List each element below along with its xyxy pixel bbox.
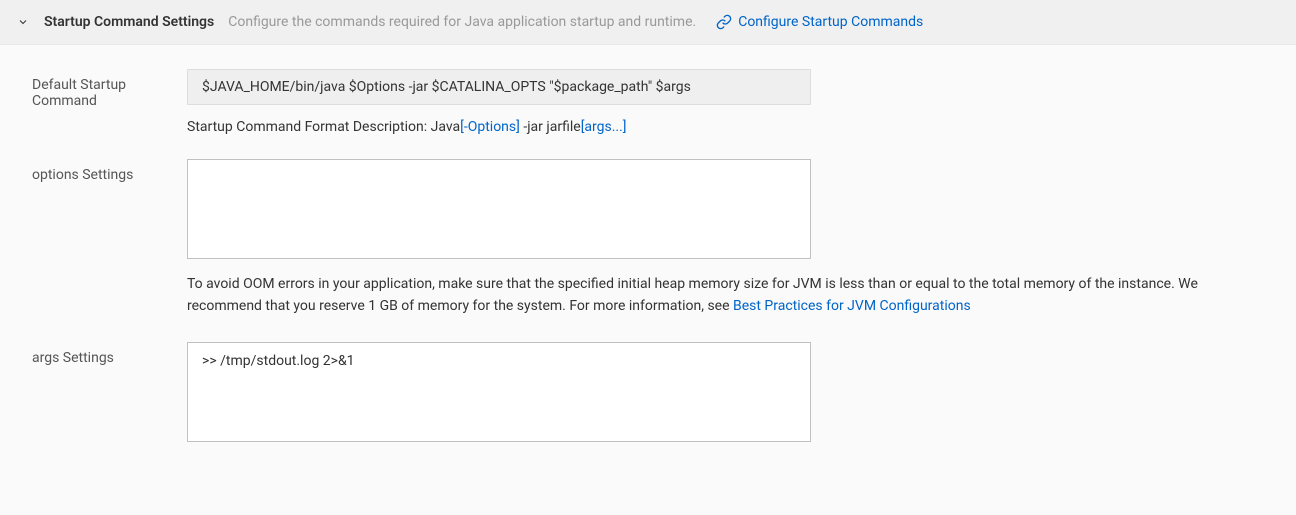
args-settings-input[interactable] bbox=[187, 342, 811, 442]
configure-startup-commands-link[interactable]: Configure Startup Commands bbox=[738, 14, 923, 30]
args-settings-label: args Settings bbox=[32, 342, 187, 366]
format-mid: -jar jarfile bbox=[520, 119, 581, 135]
options-settings-row: options Settings To avoid OOM errors in … bbox=[32, 159, 1264, 318]
default-startup-command-field: $JAVA_HOME/bin/java $Options -jar $CATAL… bbox=[187, 69, 811, 105]
format-prefix: Startup Command Format Description: Java bbox=[187, 119, 460, 135]
options-settings-content: To avoid OOM errors in your application,… bbox=[187, 159, 1264, 318]
options-helper-text: To avoid OOM errors in your application,… bbox=[187, 273, 1264, 318]
default-startup-row: Default Startup Command $JAVA_HOME/bin/j… bbox=[32, 69, 1264, 135]
args-settings-row: args Settings bbox=[32, 342, 1264, 446]
options-settings-input[interactable] bbox=[187, 159, 811, 259]
options-settings-label: options Settings bbox=[32, 159, 187, 183]
chevron-down-icon[interactable] bbox=[16, 15, 30, 29]
section-header: Startup Command Settings Configure the c… bbox=[0, 0, 1296, 45]
format-args-link[interactable]: [args...] bbox=[581, 119, 627, 135]
section-title: Startup Command Settings bbox=[44, 14, 214, 30]
startup-format-description: Startup Command Format Description: Java… bbox=[187, 119, 1264, 135]
default-startup-label: Default Startup Command bbox=[32, 69, 187, 109]
options-helper-prefix: To avoid OOM errors in your application,… bbox=[187, 276, 1198, 314]
form-content: Default Startup Command $JAVA_HOME/bin/j… bbox=[0, 45, 1296, 494]
jvm-best-practices-link[interactable]: Best Practices for JVM Configurations bbox=[733, 298, 971, 314]
args-settings-content bbox=[187, 342, 1264, 446]
section-description: Configure the commands required for Java… bbox=[228, 14, 696, 30]
format-options-link[interactable]: [-Options] bbox=[460, 119, 520, 135]
default-startup-content: $JAVA_HOME/bin/java $Options -jar $CATAL… bbox=[187, 69, 1264, 135]
configure-link-group: Configure Startup Commands bbox=[712, 14, 923, 30]
link-icon bbox=[716, 14, 732, 30]
